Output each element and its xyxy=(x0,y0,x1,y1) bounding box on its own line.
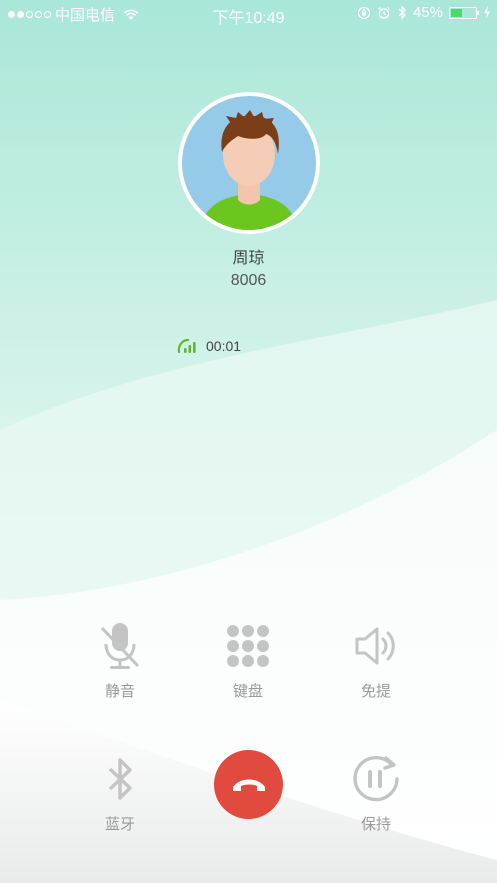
avatar-person-image xyxy=(200,110,298,230)
charging-icon xyxy=(484,6,490,19)
keypad-button[interactable]: 键盘 xyxy=(203,618,293,701)
caller-name: 周琼 xyxy=(232,250,265,267)
bluetooth-button[interactable]: 蓝牙 xyxy=(75,751,165,834)
caller-number: 8006 xyxy=(230,272,267,289)
bluetooth-icon xyxy=(108,758,132,800)
keypad-icon xyxy=(227,625,269,667)
mute-button[interactable]: 静音 xyxy=(75,618,165,701)
status-bar: 中国电信 下午10:49 45% xyxy=(0,0,497,27)
battery-icon xyxy=(449,6,479,19)
mute-label: 静音 xyxy=(104,683,135,700)
speaker-button[interactable]: 免提 xyxy=(331,618,421,701)
hold-label: 保持 xyxy=(360,816,391,833)
phone-hangup-icon xyxy=(232,779,265,791)
bluetooth-label: 蓝牙 xyxy=(104,816,135,833)
bluetooth-status-icon xyxy=(398,5,406,20)
call-status: 00:01 xyxy=(176,338,241,354)
call-duration: 00:01 xyxy=(206,338,242,354)
microphone-muted-icon xyxy=(100,623,140,669)
hold-icon xyxy=(353,755,399,802)
keypad-label: 键盘 xyxy=(232,683,263,700)
status-right: 45% xyxy=(357,4,491,21)
speaker-icon xyxy=(355,627,395,665)
battery-percent: 45% xyxy=(412,4,443,21)
hang-up-button[interactable] xyxy=(214,750,283,819)
hold-button[interactable]: 保持 xyxy=(331,751,421,834)
speaker-label: 免提 xyxy=(360,683,391,700)
alarm-icon xyxy=(377,6,390,19)
orientation-lock-icon xyxy=(357,6,371,19)
call-signal-icon xyxy=(177,338,196,354)
caller-avatar xyxy=(178,92,320,234)
